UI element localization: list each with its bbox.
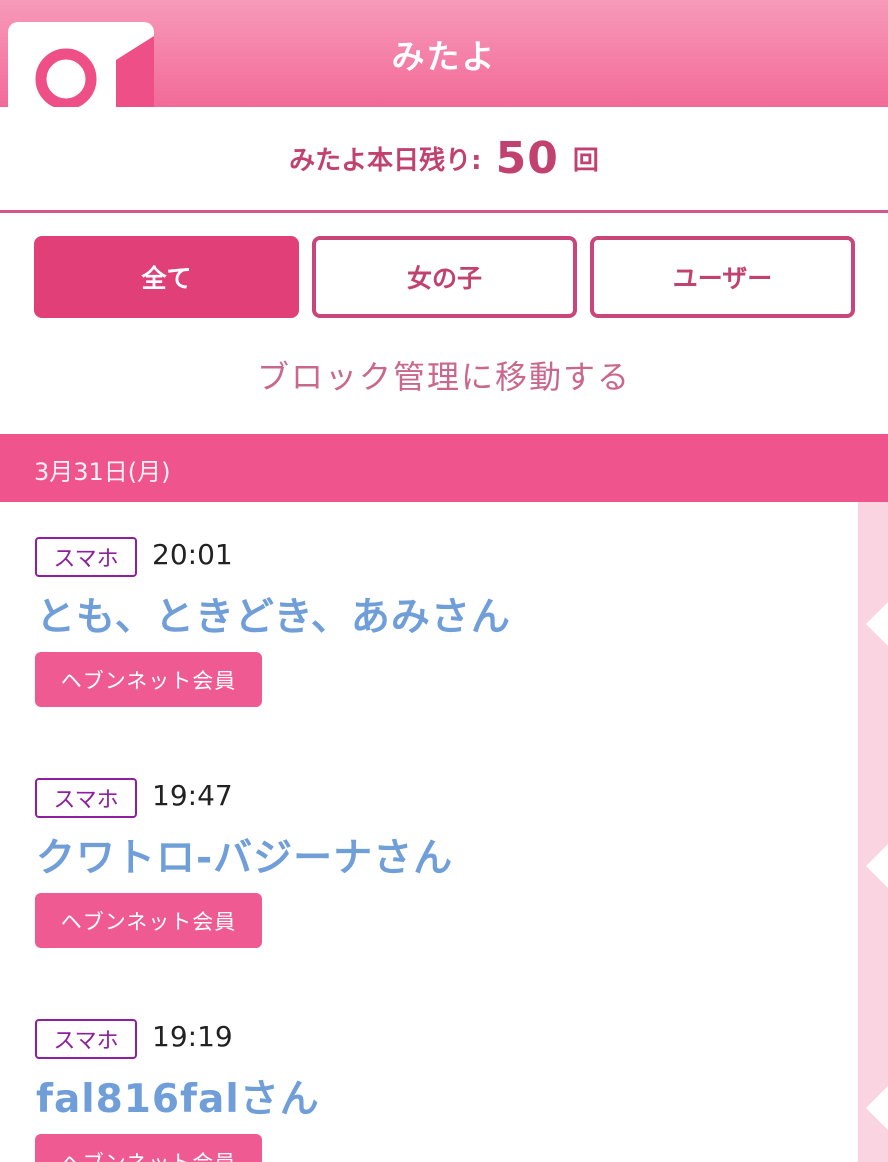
list-item[interactable]: スマホ 20:01 とも、ときどき、あみさん ヘブンネット会員 <box>0 502 858 745</box>
date-header: 3月31日(月) <box>0 434 888 502</box>
remaining-label: みたよ本日残り: <box>289 146 482 176</box>
tab-girls[interactable]: 女の子 <box>312 236 577 318</box>
filter-tabs: 全て 女の子 ユーザー <box>34 236 855 318</box>
member-badge: ヘブンネット会員 <box>35 893 262 948</box>
member-badge: ヘブンネット会員 <box>35 1134 262 1162</box>
device-badge: スマホ <box>35 537 137 577</box>
visit-time: 20:01 <box>152 538 233 571</box>
list-item[interactable]: スマホ 19:19 fal816falさん ヘブンネット会員 <box>0 984 858 1162</box>
date-label: 3月31日(月) <box>34 458 171 486</box>
visit-time: 19:47 <box>152 779 233 812</box>
side-strip <box>858 502 888 1162</box>
page-title: みたよ <box>391 37 497 76</box>
list-item[interactable]: スマホ 19:47 クワトロ-バジーナさん ヘブンネット会員 <box>0 743 858 986</box>
device-badge: スマホ <box>35 1019 137 1059</box>
remaining-unit: 回 <box>572 146 599 176</box>
device-badge: スマホ <box>35 778 137 818</box>
app-header: みたよ <box>0 0 888 114</box>
remaining-counter: みたよ本日残り: 50 回 <box>0 107 888 213</box>
visit-time: 19:19 <box>152 1020 233 1053</box>
remaining-count: 50 <box>495 133 559 184</box>
visitor-name-link[interactable]: fal816falさん <box>36 1068 320 1124</box>
member-badge: ヘブンネット会員 <box>35 652 262 707</box>
visitor-name-link[interactable]: とも、ときどき、あみさん <box>36 586 511 642</box>
visitor-name-link[interactable]: クワトロ-バジーナさん <box>36 827 453 883</box>
tab-all[interactable]: 全て <box>34 236 299 318</box>
block-management-link[interactable]: ブロック管理に移動する <box>0 352 888 398</box>
tab-users[interactable]: ユーザー <box>590 236 855 318</box>
page: みたよ みたよ本日残り: 50 回 全て 女の子 ユーザー ブロック管理に移動す… <box>0 0 888 1162</box>
